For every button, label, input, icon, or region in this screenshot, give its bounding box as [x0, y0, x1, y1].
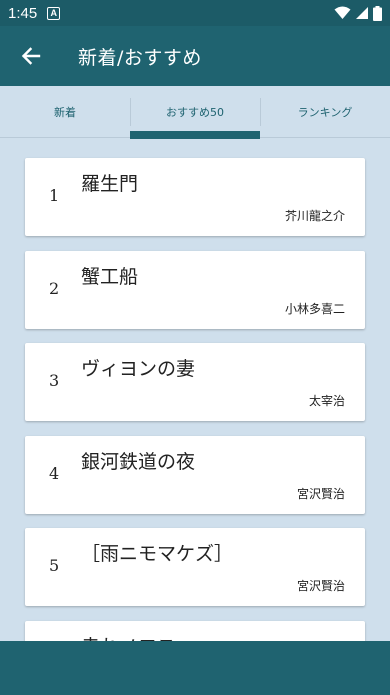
list-item[interactable]: 3 ヴィヨンの妻 太宰治: [25, 343, 365, 421]
item-author: 宮沢賢治: [296, 486, 345, 501]
book-list: 1 羅生門 芥川龍之介 2 蟹工船 小林多喜二 3 ヴィヨンの妻 太宰治 4 銀…: [25, 158, 365, 695]
item-title: 羅生門: [81, 173, 139, 195]
item-author: 太宰治: [308, 394, 345, 408]
status-bar: 1:45 A: [0, 0, 390, 26]
battery-icon: [373, 5, 382, 21]
item-title: ［雨ニモマケズ］: [81, 543, 234, 565]
signal-icon: [356, 7, 368, 19]
notification-a-icon: A: [47, 6, 61, 20]
tab-new[interactable]: 新着: [0, 86, 130, 138]
page-title: 新着/おすすめ: [78, 46, 202, 69]
tab-ranking[interactable]: ランキング: [260, 86, 390, 138]
item-author: 芥川龍之介: [284, 209, 345, 223]
tab-recommended-50[interactable]: おすすめ50: [130, 86, 260, 139]
list-item[interactable]: 5 ［雨ニモマケズ］ 宮沢賢治: [25, 528, 365, 606]
item-number: 4: [49, 463, 60, 483]
bottom-bar: [0, 641, 390, 695]
status-icons: [334, 5, 382, 21]
list-item[interactable]: 1 羅生門 芥川龍之介: [25, 158, 365, 236]
list-item[interactable]: 2 蟹工船 小林多喜二: [25, 250, 365, 329]
item-number: 5: [49, 556, 60, 575]
list-item[interactable]: 4 銀河鉄道の夜 宮沢賢治: [25, 435, 365, 514]
arrow-back-icon: [21, 47, 41, 65]
item-title: 銀河鉄道の夜: [81, 450, 196, 473]
item-number: 1: [49, 186, 60, 205]
item-author: 宮沢賢治: [296, 579, 345, 593]
item-title: ヴィヨンの妻: [81, 358, 196, 380]
tab-bar: 新着 おすすめ50 ランキング: [0, 86, 390, 139]
item-author: 小林多喜二: [284, 301, 345, 316]
item-number: 3: [49, 371, 60, 390]
item-number: 2: [49, 278, 60, 298]
wifi-icon: [334, 6, 351, 19]
app-bar: 新着/おすすめ: [0, 26, 390, 86]
status-time: 1:45: [8, 4, 38, 22]
back-button[interactable]: [0, 26, 62, 86]
item-title: 蟹工船: [81, 265, 139, 288]
